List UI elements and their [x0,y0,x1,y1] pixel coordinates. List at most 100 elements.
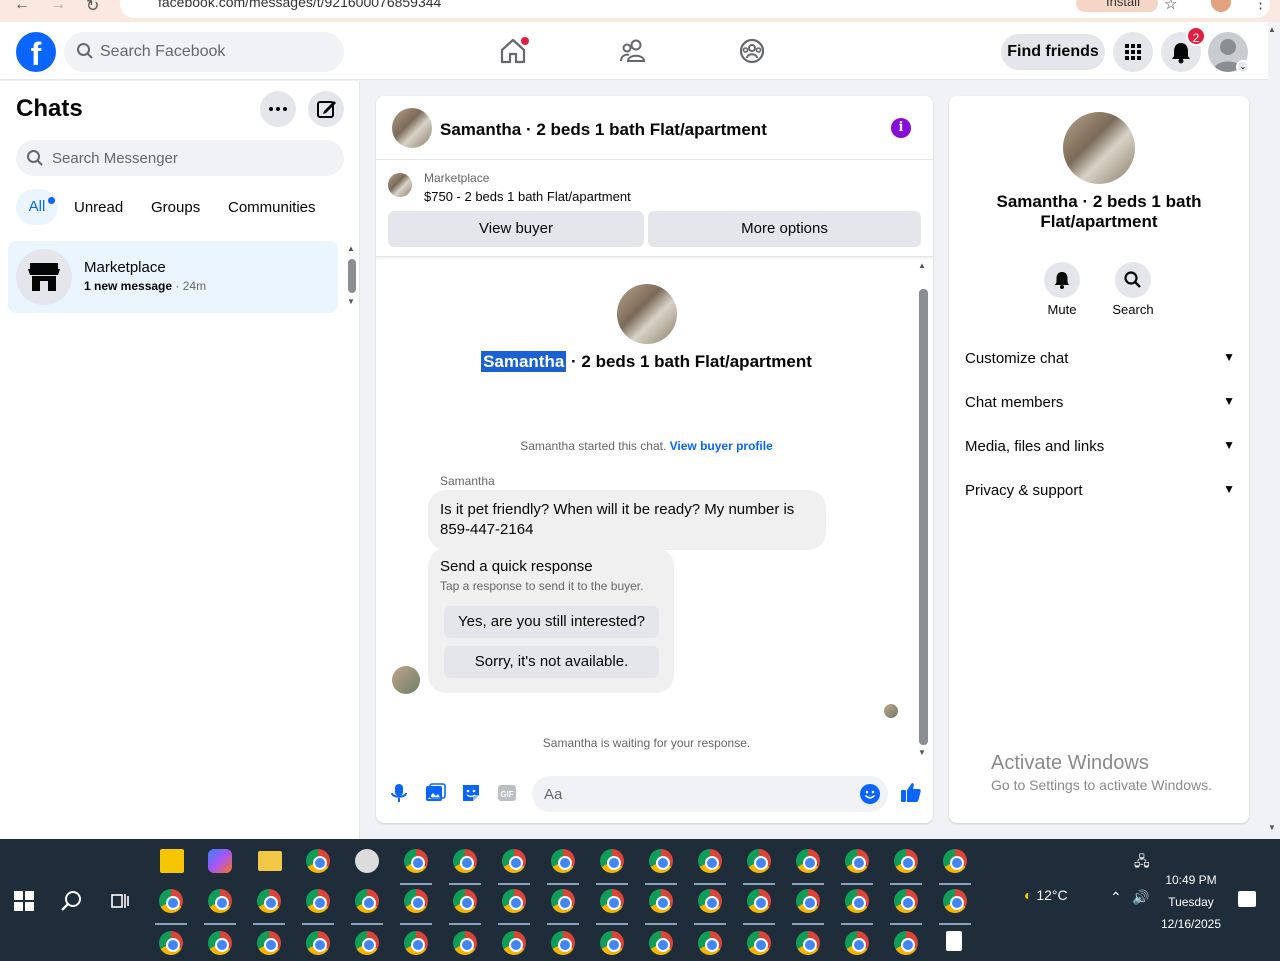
chrome-window-icon[interactable] [453,931,477,955]
windows-start-icon[interactable] [14,891,34,911]
back-icon[interactable]: ← [14,0,30,14]
chrome-window-icon[interactable] [894,889,918,913]
chrome-window-icon[interactable] [747,931,771,955]
taskbar-clock[interactable]: 10:49 PM Tuesday 12/16/2025 [1158,869,1224,935]
chats-options-button[interactable] [260,91,296,127]
friends-icon[interactable] [618,36,648,66]
sticky-notes-icon[interactable] [160,849,184,873]
chevron-up-icon[interactable]: ⌃ [1110,889,1122,906]
chrome-window-icon[interactable] [796,931,820,955]
chrome-window-icon[interactable] [502,849,526,873]
find-friends-button[interactable]: Find friends [1001,34,1105,70]
scroll-down-arrow-icon[interactable]: ▼ [347,297,355,306]
chrome-window-icon[interactable] [551,849,575,873]
chrome-window-icon[interactable] [894,931,918,955]
chrome-window-icon[interactable] [943,889,967,913]
chrome-window-icon[interactable] [845,889,869,913]
chrome-window-icon[interactable] [943,849,967,873]
emoji-icon[interactable] [860,784,880,804]
info-icon[interactable]: i [891,118,911,138]
action-center-icon[interactable] [1238,891,1256,907]
chrome-window-icon[interactable] [845,931,869,955]
chrome-window-icon[interactable] [649,849,673,873]
chat-members-section[interactable]: Chat members ▼ [965,394,1235,418]
chrome-window-icon[interactable] [796,849,820,873]
filter-tab-groups[interactable]: Groups [151,199,200,216]
chrome-window-icon[interactable] [845,849,869,873]
chrome-window-icon[interactable] [698,849,722,873]
filter-tab-unread[interactable]: Unread [74,199,123,216]
chat-list-item[interactable]: Marketplace 1 new message · 24m [8,241,338,313]
chrome-window-icon[interactable] [159,889,183,913]
conversation-title[interactable]: Samantha · 2 beds 1 bath Flat/apartment [440,120,767,140]
chrome-window-icon[interactable] [404,931,428,955]
sender-avatar[interactable] [392,666,420,694]
chrome-window-icon[interactable] [306,931,330,955]
chrome-window-icon[interactable] [551,931,575,955]
messenger-search-input[interactable]: Search Messenger [16,140,344,176]
privacy-support-section[interactable]: Privacy & support ▼ [965,482,1235,506]
filter-tab-communities[interactable]: Communities [228,199,316,216]
chrome-window-icon[interactable] [453,889,477,913]
chats-scrollbar-thumb[interactable] [348,259,356,293]
quick-response-option[interactable]: Yes, are you still interested? [444,606,659,638]
chrome-window-icon[interactable] [894,849,918,873]
quick-response-option[interactable]: Sorry, it's not available. [444,646,659,678]
address-bar-url[interactable]: facebook.com/messages/t/921600076859344 [158,0,441,10]
photo-attach-icon[interactable] [424,782,446,804]
bookmark-star-icon[interactable]: ☆ [1164,0,1177,13]
chrome-window-icon[interactable] [698,889,722,913]
scroll-up-arrow-icon[interactable]: ▲ [347,244,355,253]
thumbs-up-icon[interactable] [899,780,923,804]
customize-chat-section[interactable]: Customize chat ▼ [965,350,1235,374]
chrome-window-icon[interactable] [551,889,575,913]
weather-widget[interactable]: ◐ 12°C [1024,887,1068,903]
paint-icon[interactable] [355,849,379,873]
message-input[interactable]: Aa [532,776,888,812]
document-icon[interactable] [946,931,962,951]
gif-icon[interactable]: GIF [496,782,518,804]
search-in-chat-button[interactable] [1115,262,1151,298]
scroll-up-arrow-icon[interactable]: ▲ [1268,25,1276,34]
menu-button[interactable] [1113,32,1153,72]
chrome-window-icon[interactable] [404,889,428,913]
reload-icon[interactable]: ↻ [86,0,99,16]
chrome-window-icon[interactable] [355,931,379,955]
chrome-window-icon[interactable] [502,889,526,913]
chrome-window-icon[interactable] [257,889,281,913]
more-options-button[interactable]: More options [648,211,921,247]
filter-tab-all[interactable]: All [16,189,58,225]
chrome-window-icon[interactable] [796,889,820,913]
chrome-window-icon[interactable] [747,889,771,913]
scroll-down-arrow-icon[interactable]: ▼ [918,748,926,757]
browser-menu-icon[interactable]: ⋮ [1253,0,1268,12]
chrome-window-icon[interactable] [453,849,477,873]
groups-icon[interactable] [737,36,767,66]
view-buyer-button[interactable]: View buyer [388,211,644,247]
chrome-window-icon[interactable] [159,931,183,955]
conversation-scrollbar-thumb[interactable] [919,289,928,745]
chrome-window-icon[interactable] [208,889,232,913]
chrome-window-icon[interactable] [649,931,673,955]
chrome-window-icon[interactable] [698,931,722,955]
network-icon[interactable]: 🖧 [1134,851,1150,875]
forward-icon[interactable]: → [50,0,66,14]
new-message-button[interactable] [308,91,344,127]
file-explorer-icon[interactable] [258,851,282,871]
chrome-window-icon[interactable] [600,889,624,913]
chrome-window-icon[interactable] [208,931,232,955]
mute-button[interactable] [1044,262,1080,298]
chrome-window-icon[interactable] [649,889,673,913]
taskbar-search-icon[interactable] [60,889,84,913]
view-buyer-profile-link[interactable]: View buyer profile [670,439,773,453]
listing-thumbnail[interactable] [392,108,432,148]
chrome-window-icon[interactable] [355,889,379,913]
chrome-window-icon[interactable] [404,849,428,873]
chrome-window-icon[interactable] [600,931,624,955]
task-view-icon[interactable] [110,891,130,911]
chrome-window-icon[interactable] [747,849,771,873]
incoming-message-bubble[interactable]: Is it pet friendly? When will it be read… [428,490,826,550]
chevron-down-icon[interactable]: ⌄ [1236,60,1250,74]
scroll-up-arrow-icon[interactable]: ▲ [918,261,926,270]
chrome-window-icon[interactable] [257,931,281,955]
